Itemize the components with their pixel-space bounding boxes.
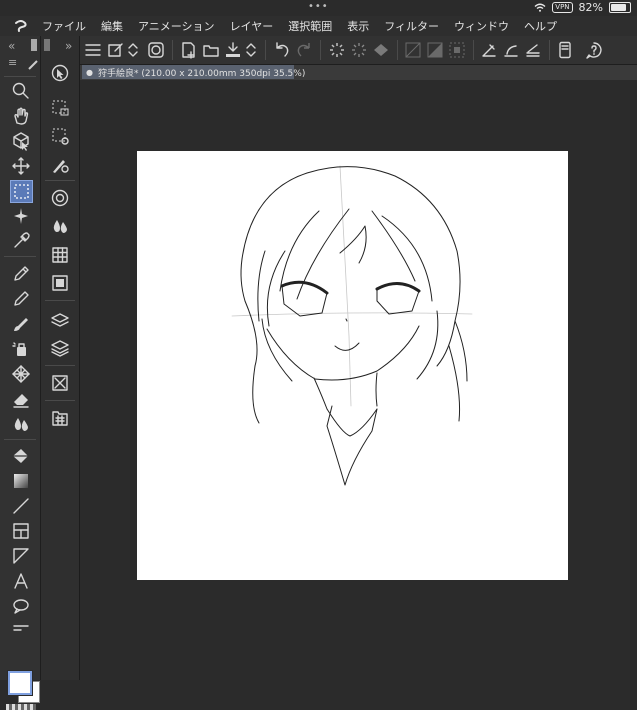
tool-palette: « ≡ (0, 36, 41, 710)
blend-icon[interactable] (11, 414, 31, 434)
airbrush-icon[interactable] (11, 339, 31, 359)
clear-icon[interactable] (328, 41, 346, 59)
clear-outside-icon[interactable] (350, 41, 368, 59)
edit-icon[interactable] (107, 41, 125, 59)
menu-icon[interactable]: ≡ (8, 56, 17, 69)
expand-panel-button[interactable]: » (65, 39, 72, 53)
subtool-operation-icon[interactable] (50, 63, 70, 83)
eyedropper-icon[interactable] (11, 231, 31, 251)
frame-border-icon[interactable] (11, 521, 31, 541)
color-set-icon[interactable] (50, 245, 70, 265)
balloon-icon[interactable] (11, 596, 31, 616)
fill-icon[interactable] (11, 446, 31, 466)
subtool-brush-setting-icon[interactable] (50, 155, 70, 175)
panel-handle[interactable] (31, 39, 37, 51)
menu-layer[interactable]: レイヤー (230, 18, 274, 34)
ruler-icon[interactable] (11, 546, 31, 566)
main-color-swatch[interactable] (7, 670, 33, 696)
help-icon[interactable] (585, 41, 603, 59)
zoom-icon[interactable] (11, 81, 31, 101)
hide-outside-icon (405, 42, 421, 58)
operation-icon[interactable] (11, 131, 31, 151)
undo-icon[interactable] (273, 41, 291, 59)
battery-percent: 82% (578, 1, 603, 14)
menu-selection[interactable]: 選択範囲 (288, 18, 332, 34)
battery-icon (609, 2, 631, 13)
save-icon[interactable] (224, 41, 242, 59)
sketch-drawing (231, 165, 473, 486)
invert-selection-icon (427, 42, 443, 58)
hamburger-menu-icon[interactable] (84, 41, 102, 59)
tab-dot-icon: ● (86, 67, 93, 77)
eraser-icon[interactable] (11, 389, 31, 409)
open-folder-icon[interactable] (202, 41, 220, 59)
layer-icon[interactable] (50, 338, 70, 358)
companion-device-icon[interactable] (556, 41, 574, 59)
pen-icon[interactable] (11, 264, 31, 284)
app-logo-icon[interactable] (0, 16, 42, 36)
menu-bar: ファイル 編集 アニメーション レイヤー 選択範囲 表示 フィルター ウィンドウ… (0, 16, 637, 36)
hand-icon[interactable] (11, 106, 31, 126)
subtool-selection-icon[interactable] (50, 98, 70, 118)
special-ruler-snap-icon[interactable] (502, 41, 520, 59)
collapse-toolbar-button[interactable]: « (8, 39, 15, 53)
grid-snap-icon[interactable] (524, 41, 542, 59)
vpn-badge: VPN (552, 2, 573, 13)
menu-filter[interactable]: フィルター (384, 18, 439, 34)
menu-window[interactable]: ウィンドウ (454, 18, 509, 34)
color-mix-icon[interactable] (50, 216, 70, 236)
menu-animation[interactable]: アニメーション (138, 18, 215, 34)
file-stepper-icon[interactable] (245, 41, 257, 59)
stepper-icon[interactable] (127, 41, 139, 59)
figure-line-icon[interactable] (11, 496, 31, 516)
navigator-icon[interactable] (50, 373, 70, 393)
redo-icon (297, 43, 310, 57)
gradient-icon[interactable] (11, 471, 31, 491)
text-icon[interactable] (11, 571, 31, 591)
panel-handle-2[interactable] (44, 39, 50, 51)
wifi-icon (534, 3, 546, 12)
brush-icon[interactable] (11, 314, 31, 334)
multitask-indicator[interactable]: ••• (308, 1, 329, 12)
material-icon[interactable] (50, 408, 70, 428)
layer-property-icon[interactable] (50, 310, 70, 330)
auto-select-wand-icon[interactable] (11, 206, 31, 226)
new-file-icon[interactable] (180, 41, 198, 59)
transparent-color-swatch[interactable] (6, 704, 36, 710)
menu-file[interactable]: ファイル (42, 18, 86, 34)
subtool-selection-setting-icon[interactable] (50, 126, 70, 146)
pen-mini-icon[interactable] (26, 58, 40, 72)
ruler-snap-icon[interactable] (480, 41, 498, 59)
menu-view[interactable]: 表示 (347, 18, 369, 34)
document-tab-label: 狩手絵良* (210.00 x 210.00mm 350dpi 35.5%) (97, 68, 306, 79)
command-bar (80, 36, 637, 65)
selection-tool-selected[interactable] (10, 180, 33, 203)
intermediate-color-icon[interactable] (50, 273, 70, 293)
menu-edit[interactable]: 編集 (101, 18, 123, 34)
app-icon[interactable] (147, 41, 165, 59)
status-icons: VPN 82% (534, 1, 631, 14)
deselect-icon (449, 42, 465, 58)
pencil-icon[interactable] (11, 289, 31, 309)
document-tab[interactable]: ● 狩手絵良* (210.00 x 210.00mm 350dpi 35.5%) (82, 65, 305, 79)
drawing-canvas[interactable] (137, 151, 568, 580)
fill-selection-icon[interactable] (372, 41, 390, 59)
correct-line-icon[interactable] (11, 618, 31, 638)
decoration-icon[interactable] (11, 364, 31, 384)
menu-help[interactable]: ヘルプ (524, 18, 557, 34)
color-circle-icon[interactable] (50, 188, 70, 208)
move-layer-icon[interactable] (11, 156, 31, 176)
